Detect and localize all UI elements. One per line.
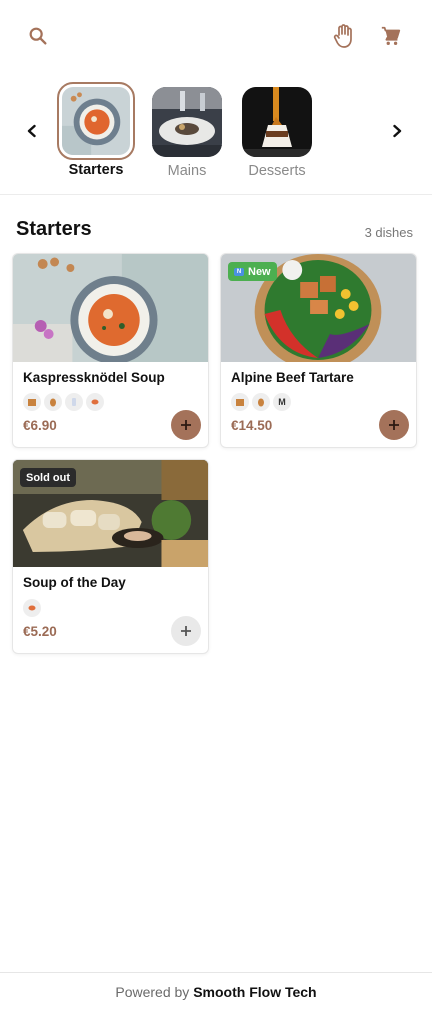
milk-icon bbox=[65, 393, 83, 411]
hand-icon[interactable] bbox=[330, 22, 358, 50]
sold-out-badge: Sold out bbox=[20, 468, 76, 487]
egg-icon bbox=[44, 393, 62, 411]
category-label: Desserts bbox=[248, 163, 306, 179]
new-badge: N New bbox=[228, 262, 277, 281]
divider bbox=[0, 194, 432, 195]
plus-icon bbox=[389, 420, 399, 430]
fish-icon bbox=[86, 393, 104, 411]
desserts-image bbox=[242, 87, 312, 157]
box-icon bbox=[23, 393, 41, 411]
dish-card[interactable]: N New Alpine Beef Tartare M €14.50 bbox=[220, 253, 417, 448]
category-carousel: Starters Mains Desserts bbox=[0, 80, 432, 192]
footer: Powered by Smooth Flow Tech bbox=[0, 972, 432, 1009]
footer-brand[interactable]: Smooth Flow Tech bbox=[193, 984, 316, 1000]
new-icon: N bbox=[234, 267, 244, 276]
add-to-cart-button-disabled[interactable] bbox=[171, 616, 201, 646]
dish-card[interactable]: Sold out Soup of the Day €5.20 bbox=[12, 459, 209, 654]
top-bar bbox=[0, 0, 432, 72]
dish-price: €14.50 bbox=[231, 418, 273, 433]
category-label: Starters bbox=[68, 162, 124, 178]
dish-name: Kaspressknödel Soup bbox=[23, 370, 165, 385]
category-thumbnail bbox=[152, 87, 222, 157]
allergen-list: M bbox=[231, 393, 291, 411]
section-title: Starters bbox=[16, 218, 92, 240]
chevron-right-icon[interactable] bbox=[386, 120, 408, 142]
box-icon bbox=[231, 393, 249, 411]
category-thumbnail bbox=[242, 87, 312, 157]
dish-name: Alpine Beef Tartare bbox=[231, 370, 354, 385]
category-mains[interactable]: Mains bbox=[148, 87, 226, 179]
category-label: Mains bbox=[167, 163, 207, 179]
search-icon[interactable] bbox=[24, 22, 52, 50]
dish-price: €6.90 bbox=[23, 418, 57, 433]
category-thumbnail bbox=[57, 82, 135, 160]
add-to-cart-button[interactable] bbox=[379, 410, 409, 440]
badge-label: New bbox=[248, 265, 271, 278]
allergen-list bbox=[23, 599, 41, 617]
plus-icon bbox=[181, 626, 191, 636]
fish-icon bbox=[23, 599, 41, 617]
category-starters[interactable]: Starters bbox=[57, 82, 135, 178]
dish-count: 3 dishes bbox=[364, 225, 413, 240]
dish-card[interactable]: Kaspressknödel Soup €6.90 bbox=[12, 253, 209, 448]
dish-name: Soup of the Day bbox=[23, 575, 126, 590]
chevron-left-icon[interactable] bbox=[21, 120, 43, 142]
dish-photo bbox=[13, 254, 208, 362]
mains-image bbox=[152, 87, 222, 157]
category-desserts[interactable]: Desserts bbox=[238, 87, 316, 179]
egg-icon bbox=[252, 393, 270, 411]
cart-icon[interactable] bbox=[377, 22, 405, 50]
section-header: Starters 3 dishes bbox=[16, 218, 416, 244]
allergen-list bbox=[23, 393, 104, 411]
soup-image bbox=[62, 87, 130, 155]
add-to-cart-button[interactable] bbox=[171, 410, 201, 440]
footer-prefix: Powered by bbox=[115, 984, 190, 1000]
plus-icon bbox=[181, 420, 191, 430]
mustard-allergen: M bbox=[273, 393, 291, 411]
dish-price: €5.20 bbox=[23, 624, 57, 639]
